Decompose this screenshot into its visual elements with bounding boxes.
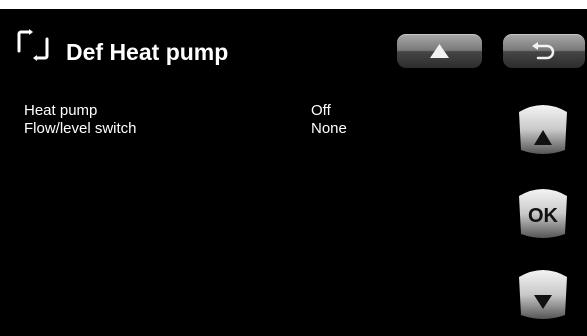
settings-list: Heat pump Off Flow/level switch None: [24, 102, 384, 138]
setting-row-flow-level-switch[interactable]: Flow/level switch None: [24, 120, 384, 138]
button-cap: [519, 270, 567, 319]
refresh-arrows-icon: [17, 29, 49, 61]
button-cap: [519, 105, 567, 154]
ok-button[interactable]: OK: [515, 184, 571, 240]
setting-value: None: [311, 120, 347, 137]
setting-label: Heat pump: [24, 102, 98, 119]
scroll-down-button[interactable]: [515, 265, 571, 321]
home-icon: [430, 44, 449, 58]
display-screen: Def Heat pump Heat pump Off Flow/level s…: [0, 9, 587, 336]
setting-value: Off: [311, 102, 331, 119]
page-title: Def Heat pump: [66, 39, 229, 65]
setting-label: Flow/level switch: [24, 120, 137, 137]
back-button[interactable]: [503, 34, 585, 68]
home-button[interactable]: [397, 34, 482, 68]
back-arrow-icon: [532, 42, 555, 60]
ok-label: OK: [528, 205, 558, 227]
setting-row-heat-pump[interactable]: Heat pump Off: [24, 102, 384, 120]
scroll-up-button[interactable]: [515, 100, 571, 156]
